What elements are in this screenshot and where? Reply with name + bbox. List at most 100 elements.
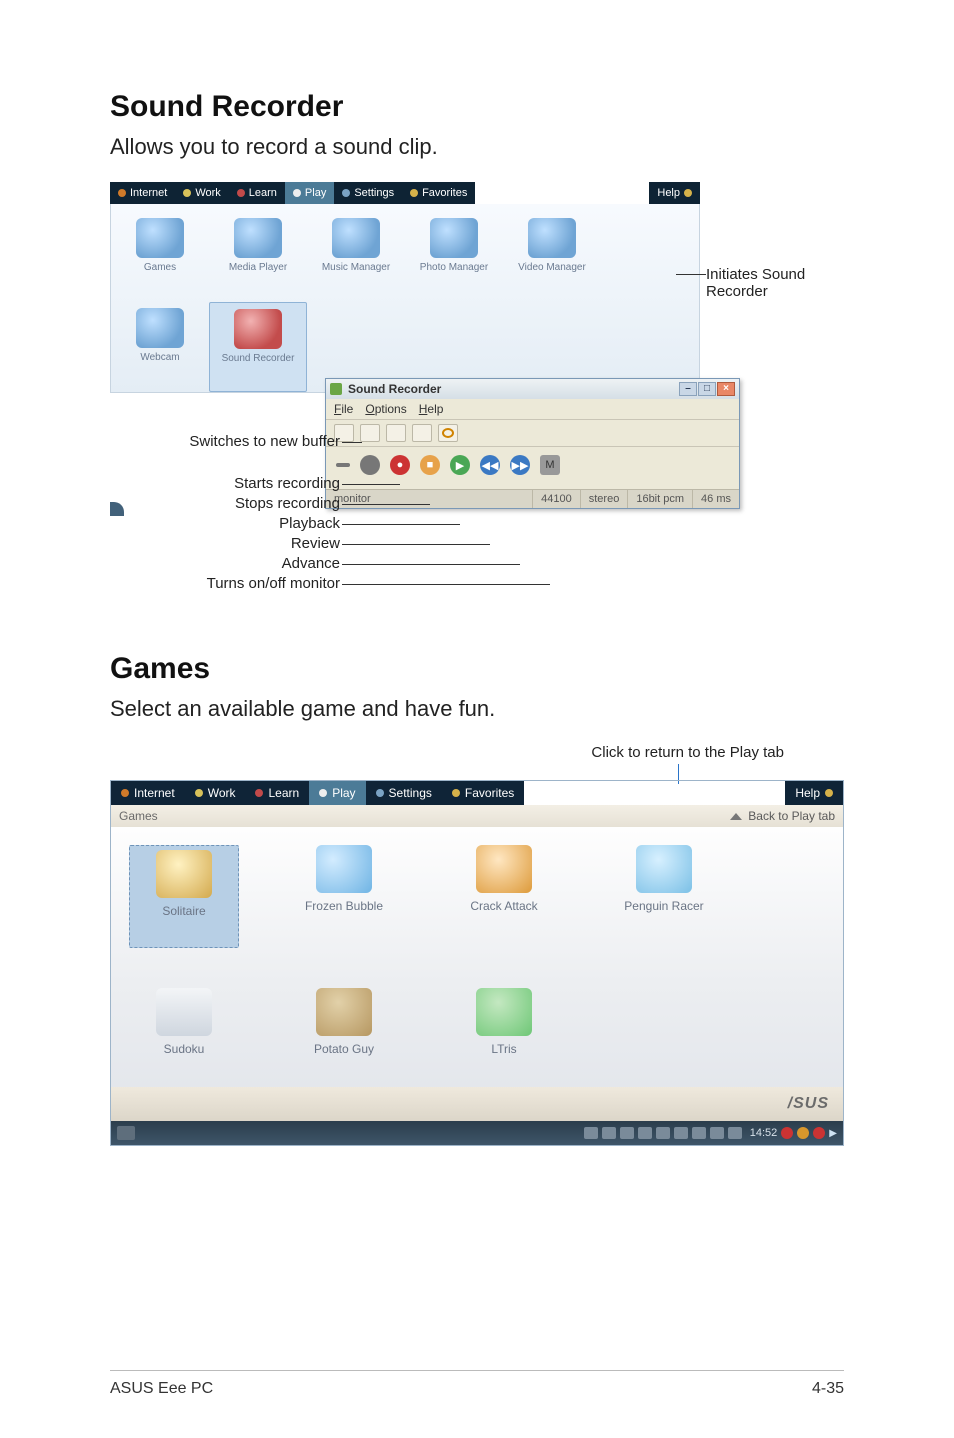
launcher-item-media-player[interactable]: Media Player [209, 212, 307, 302]
tray-keyboard-icon[interactable] [710, 1127, 724, 1139]
footer-left: ASUS Eee PC [110, 1380, 213, 1398]
tray-status-orange-icon[interactable] [797, 1127, 809, 1139]
tray-clock[interactable]: 14:52 [750, 1127, 778, 1139]
games-icon [136, 218, 184, 258]
webcam-icon [136, 308, 184, 348]
status-rate: 44100 [533, 490, 581, 508]
desc-sound-recorder: Allows you to record a sound clip. [110, 134, 844, 160]
launcher-item-label: Sound Recorder [222, 353, 295, 364]
window-titlebar[interactable]: Sound Recorder – □ × [326, 379, 739, 399]
tray-battery-icon[interactable] [728, 1127, 742, 1139]
tab-play[interactable]: Play [285, 182, 334, 204]
star-icon [452, 789, 460, 797]
callout-line: Initiates Sound [706, 266, 805, 283]
launcher-item-video-manager[interactable]: Video Manager [503, 212, 601, 302]
menu-options[interactable]: OOptionsptions [365, 402, 406, 416]
callout-starts: Starts recording [234, 475, 340, 492]
transport-callouts: Switches to new buffer Starts recording … [110, 432, 340, 594]
desc-games: Select an available game and have fun. [110, 696, 844, 722]
tray-network-icon[interactable] [584, 1127, 598, 1139]
tab-label: Favorites [465, 786, 514, 800]
callout-text: Click to return to the Play tab [591, 744, 784, 761]
game-label: Potato Guy [314, 1042, 374, 1056]
game-sudoku[interactable]: Sudoku [129, 988, 239, 1081]
tab-learn[interactable]: Learn [245, 781, 309, 805]
advance-button[interactable]: ▶▶ [510, 455, 530, 475]
launcher-tabs: Internet Work Learn Play Settings Favori… [110, 182, 700, 204]
launcher-item-photo-manager[interactable]: Photo Manager [405, 212, 503, 302]
transport-toolbar: ● ■ ▶ ◀◀ ▶▶ M [326, 447, 739, 489]
game-label: Sudoku [164, 1042, 205, 1056]
game-label: Penguin Racer [624, 899, 703, 913]
status-latency: 46 ms [693, 490, 739, 508]
tray-clipboard-icon[interactable] [620, 1127, 634, 1139]
callout-monitor-toggle: Turns on/off monitor [207, 575, 340, 592]
new-buffer-button[interactable] [360, 455, 380, 475]
game-crack-attack[interactable]: Crack Attack [449, 845, 559, 948]
status-monitor: monitor [326, 490, 533, 508]
launcher-item-webcam[interactable]: Webcam [111, 302, 209, 392]
tab-favorites[interactable]: Favorites [402, 182, 475, 204]
maximize-button[interactable]: □ [698, 382, 716, 396]
monitor-toggle-button[interactable]: M [540, 455, 560, 475]
potato-guy-icon [316, 988, 372, 1036]
games-grid: Solitaire Frozen Bubble Crack Attack Pen… [111, 827, 843, 1087]
tab-label: Learn [249, 187, 277, 199]
tray-doc-icon[interactable] [638, 1127, 652, 1139]
tab-work[interactable]: Work [185, 781, 246, 805]
status-channels: stereo [581, 490, 629, 508]
tray-expand-icon[interactable]: ▶ [829, 1128, 837, 1139]
tab-learn[interactable]: Learn [229, 182, 285, 204]
close-button[interactable]: × [717, 382, 735, 396]
tab-favorites[interactable]: Favorites [442, 781, 524, 805]
tray-user-icon[interactable] [602, 1127, 616, 1139]
status-format: 16bit pcm [628, 490, 693, 508]
record-button[interactable]: ● [390, 455, 410, 475]
menu-help[interactable]: HHelpelp [419, 402, 444, 416]
launcher-item-games[interactable]: Games [111, 212, 209, 302]
tab-internet[interactable]: Internet [111, 781, 185, 805]
tray-status-red-icon[interactable] [781, 1127, 793, 1139]
toolbar-btn-b[interactable] [412, 424, 432, 442]
tray-status-red2-icon[interactable] [813, 1127, 825, 1139]
save-button[interactable] [360, 424, 380, 442]
gamepad-icon [319, 789, 327, 797]
tray-doc2-icon[interactable] [656, 1127, 670, 1139]
home-button[interactable] [117, 1126, 135, 1140]
tab-label: Internet [134, 786, 175, 800]
stop-button[interactable]: ■ [420, 455, 440, 475]
review-button[interactable]: ◀◀ [480, 455, 500, 475]
play-button[interactable]: ▶ [450, 455, 470, 475]
launcher-item-label: Media Player [229, 262, 287, 273]
tab-label: Learn [268, 786, 299, 800]
launcher-body: Games Media Player Music Manager Photo M… [110, 204, 700, 393]
tab-internet[interactable]: Internet [110, 182, 175, 204]
tab-settings[interactable]: Settings [334, 182, 402, 204]
menu-file[interactable]: FFileile [334, 402, 353, 416]
back-label: Back to Play tab [748, 809, 835, 823]
game-solitaire[interactable]: Solitaire [129, 845, 239, 948]
game-ltris[interactable]: LTris [449, 988, 559, 1081]
tab-help[interactable]: Help [649, 182, 700, 204]
help-icon [684, 189, 692, 197]
back-to-play-button[interactable]: Back to Play tab [730, 809, 835, 823]
tray-speaker-icon[interactable] [674, 1127, 688, 1139]
tab-settings[interactable]: Settings [366, 781, 442, 805]
callout-initiates: Initiates Sound Recorder [706, 266, 805, 300]
briefcase-icon [183, 189, 191, 197]
launcher-item-music-manager[interactable]: Music Manager [307, 212, 405, 302]
game-potato-guy[interactable]: Potato Guy [289, 988, 399, 1081]
tab-help[interactable]: Help [785, 781, 843, 805]
game-penguin-racer[interactable]: Penguin Racer [609, 845, 719, 948]
game-frozen-bubble[interactable]: Frozen Bubble [289, 845, 399, 948]
crack-attack-icon [476, 845, 532, 893]
power-button[interactable] [438, 424, 458, 442]
minimize-button[interactable]: – [679, 382, 697, 396]
toolbar-btn-a[interactable] [386, 424, 406, 442]
tab-label: Help [795, 786, 820, 800]
tab-play[interactable]: Play [309, 781, 365, 805]
tray-volume-icon[interactable] [692, 1127, 706, 1139]
launcher-item-sound-recorder[interactable]: Sound Recorder [209, 302, 307, 392]
tab-work[interactable]: Work [175, 182, 228, 204]
tab-label: Internet [130, 187, 167, 199]
